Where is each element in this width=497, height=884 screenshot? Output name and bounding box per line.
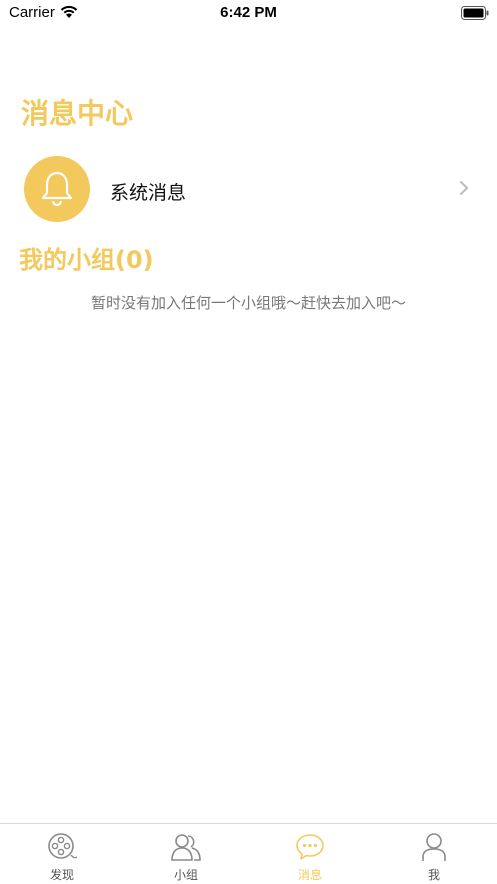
battery-icon: [461, 5, 489, 24]
tab-me-label: 我: [427, 868, 440, 882]
empty-groups-text: 暂时没有加入任何一个小组哦～赶快去加入吧～: [90, 294, 406, 312]
system-message-row[interactable]: 系统消息: [0, 152, 497, 228]
chat-bubble-icon: [295, 832, 325, 862]
tab-messages[interactable]: 消息: [248, 824, 372, 884]
tab-groups[interactable]: 小组: [124, 824, 248, 884]
system-message-label: 系统消息: [110, 182, 187, 204]
film-reel-icon: [47, 832, 78, 862]
my-groups-title: 我的小组(0): [19, 246, 154, 274]
tab-discover[interactable]: 发现: [0, 824, 124, 884]
page-title: 消息中心: [21, 97, 134, 130]
tab-groups-label: 小组: [173, 868, 198, 882]
tab-me[interactable]: 我: [372, 824, 496, 884]
chevron-right-icon: [459, 180, 469, 200]
tab-messages-label: 消息: [297, 868, 322, 882]
status-time: 6:42 PM: [220, 4, 277, 21]
group-icon: [171, 832, 201, 862]
person-icon: [419, 832, 449, 862]
tab-discover-label: 发现: [49, 868, 74, 882]
bell-icon: [24, 156, 90, 222]
status-bar: Carrier 6:42 PM: [0, 0, 497, 26]
tab-bar: 发现 小组 消息 我: [0, 823, 497, 884]
